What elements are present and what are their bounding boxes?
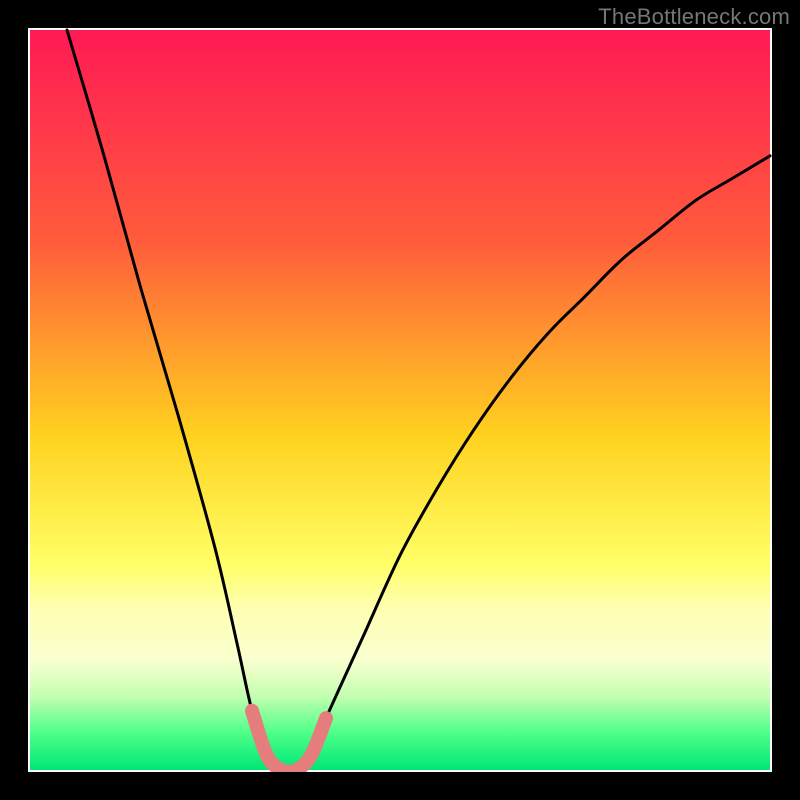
chart-svg	[0, 0, 800, 800]
chart-container: TheBottleneck.com	[0, 0, 800, 800]
watermark-text: TheBottleneck.com	[598, 4, 790, 30]
gradient-background	[30, 30, 770, 770]
